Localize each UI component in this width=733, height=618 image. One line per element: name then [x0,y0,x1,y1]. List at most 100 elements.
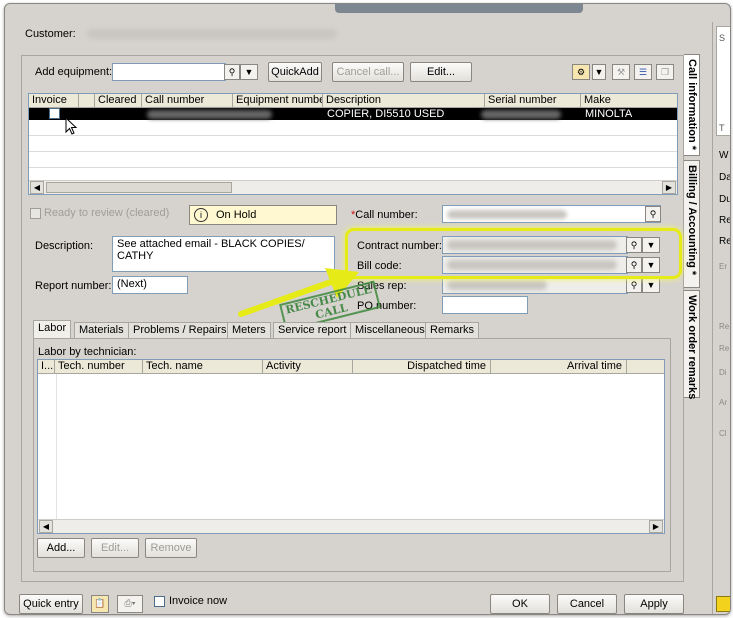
right-panel-letter: Cl [719,429,727,438]
copy-icon[interactable]: ❐ [656,64,674,80]
search-icon[interactable]: ⚲ [626,277,642,293]
edit-labor-button[interactable]: Edit... [91,538,139,558]
col-cleared[interactable]: Cleared [95,94,142,108]
right-panel-letter: Re [719,215,731,226]
on-hold-status: i On Hold [189,205,337,225]
settings-icon[interactable]: ☰ [634,64,652,80]
ready-to-review-label: Ready to review (cleared) [44,207,170,219]
right-panel-letter: Er [719,262,727,271]
equipment-horizontal-scrollbar[interactable]: ◀ ▶ [29,180,677,194]
col-dispatched-time[interactable]: Dispatched time [353,360,491,374]
search-icon[interactable]: ⚲ [645,206,661,222]
add-equipment-input[interactable] [112,63,226,81]
tab-materials[interactable]: Materials [74,322,129,339]
cancel-button[interactable]: Cancel [557,594,617,614]
right-panel-letter: Ar [719,398,727,407]
info-icon: i [194,208,208,222]
highlight-box [345,228,682,279]
labor-by-technician-label: Labor by technician: [38,346,137,358]
ready-to-review-checkbox[interactable] [30,208,41,219]
col-call-number[interactable]: Call number [142,94,233,108]
edit-equipment-button[interactable]: Edit... [410,62,472,82]
tab-service-report[interactable]: Service report [273,322,352,339]
scroll-right-arrow[interactable]: ▶ [649,520,663,533]
right-panel-letter: Re [719,344,730,353]
tab-miscellaneous[interactable]: Miscellaneous [350,322,430,339]
equipment-grid: Invoice Cleared Call number Equipment nu… [28,93,678,195]
right-panel-letter: Du [719,194,731,205]
col-spacer [79,94,95,108]
ok-button[interactable]: OK [490,594,550,614]
dropdown-icon[interactable]: ▼ [240,64,258,80]
col-equipment-number[interactable]: Equipment number [233,94,323,108]
col-invoice[interactable]: Invoice [29,94,79,108]
po-number-input[interactable] [442,296,528,314]
scroll-right-arrow[interactable]: ▶ [662,181,676,194]
col-tech-number[interactable]: Tech. number [55,360,143,374]
window-top-bar [335,4,583,13]
warning-icon [716,596,730,612]
right-panel-letter: Di [719,368,727,377]
invoice-checkbox[interactable] [49,108,60,119]
invoice-now-label: Invoice now [169,595,228,607]
scroll-left-arrow[interactable]: ◀ [39,520,53,533]
call-number-input[interactable] [442,205,661,223]
wrench-icon[interactable]: ⚙ [572,64,590,80]
scroll-left-arrow[interactable]: ◀ [30,181,44,194]
col-make[interactable]: Make [581,94,677,108]
dropdown-icon[interactable]: ▼ [592,64,606,80]
labor-horizontal-scrollbar[interactable]: ◀ ▶ [38,519,664,533]
quickadd-button[interactable]: QuickAdd [268,62,322,82]
add-equipment-label: Add equipment: [35,66,113,78]
quick-entry-button[interactable]: Quick entry [19,594,83,614]
call-number-label: *Call number: [351,209,418,221]
right-panel-letter: Re [719,236,731,247]
dropdown-icon[interactable]: ▼ [642,277,660,293]
right-panel-letter: T [719,123,725,133]
printer-icon[interactable]: ⎙▾ [117,595,143,613]
right-panel-letter: S [719,33,726,43]
clipboard-icon[interactable]: 📋 [91,595,109,613]
tab-problems-repairs[interactable]: Problems / Repairs [128,322,232,339]
invoice-now-checkbox[interactable] [154,596,165,607]
col-activity[interactable]: Activity [263,360,353,374]
apply-button[interactable]: Apply [624,594,684,614]
mouse-cursor-icon [65,117,78,135]
col-serial-number[interactable]: Serial number [485,94,581,108]
remove-labor-button[interactable]: Remove [145,538,197,558]
scroll-thumb[interactable] [46,182,232,193]
col-arrival-time[interactable]: Arrival time [491,360,627,374]
col-description[interactable]: Description [323,94,485,108]
tab-call-information[interactable]: Call information * [684,54,700,156]
equipment-toolbar: ⚙ ▼ ⚒ ☰ ❐ [572,62,678,84]
cancel-call-button[interactable]: Cancel call... [332,62,404,82]
row-description: COPIER, DI5510 USED [327,108,445,120]
right-side-panel: S T W Da Du Re Re Er Re Re Di Ar Cl [712,22,731,614]
right-panel-letter: Da [719,172,731,183]
tab-remarks[interactable]: Remarks [425,322,480,339]
tools-icon[interactable]: ⚒ [612,64,630,80]
tab-labor[interactable]: Labor [33,320,72,339]
right-panel-box: S T [716,26,730,136]
add-labor-button[interactable]: Add... [37,538,85,558]
right-panel-letter: Re [719,322,730,331]
col-tech-name[interactable]: Tech. name [143,360,263,374]
report-number-label: Report number: [35,280,112,292]
customer-label: Customer: [25,28,76,40]
customer-value-redacted [87,29,337,39]
work-order-window: Customer: S T W Da Du Re Re Er Re Re Di … [4,3,731,615]
table-row[interactable]: COPIER, DI5510 USED MINOLTA [29,108,677,120]
right-panel-letter: W [719,150,729,161]
tab-work-order-remarks[interactable]: Work order remarks [684,290,700,399]
labor-grid: I... Tech. number Tech. name Activity Di… [37,359,665,534]
call-number-redacted [147,110,272,119]
search-icon[interactable]: ⚲ [224,64,240,80]
report-number-input[interactable]: (Next) [112,276,188,294]
description-label: Description: [35,240,94,252]
tab-billing-accounting[interactable]: Billing / Accounting * [684,160,700,288]
serial-number-redacted [481,110,561,119]
on-hold-label: On Hold [216,209,257,221]
tab-meters[interactable]: Meters [227,322,271,339]
col-i[interactable]: I... [38,360,55,374]
row-make: MINOLTA [585,108,633,120]
